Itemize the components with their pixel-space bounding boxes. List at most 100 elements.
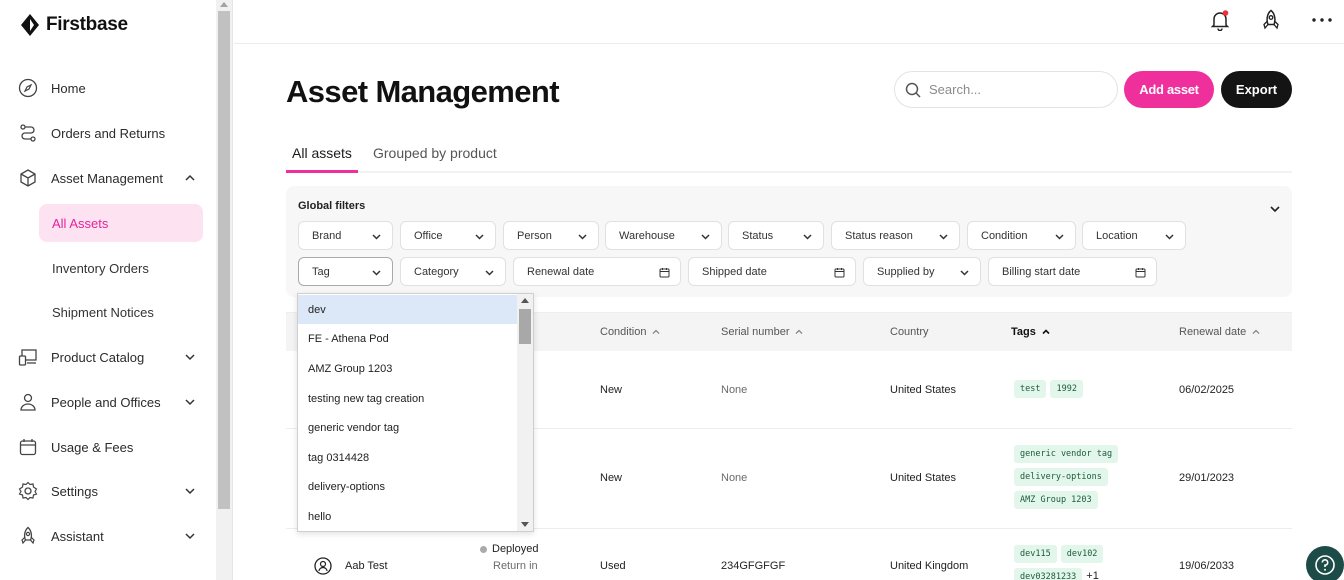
sidebar-item-label: Asset Management xyxy=(51,170,164,186)
filter-supplied-by[interactable]: Supplied by xyxy=(863,257,981,286)
column-label: Tags xyxy=(1011,326,1036,338)
column-renewal-date[interactable]: Renewal date xyxy=(1179,326,1261,338)
tag-chip: 1992 xyxy=(1050,380,1083,398)
filter-label: Tag xyxy=(312,265,330,278)
sidebar-scrollbar[interactable] xyxy=(216,0,233,580)
person-cell[interactable]: Aab Test xyxy=(345,560,388,572)
serial-cell: None xyxy=(721,384,748,396)
scrollbar-thumb[interactable] xyxy=(519,309,531,344)
global-filters-panel: Global filters Brand Office Person Wareh… xyxy=(286,186,1292,297)
search-icon xyxy=(905,82,921,98)
scroll-up-arrow-icon[interactable] xyxy=(521,298,529,303)
sidebar-item-label: Usage & Fees xyxy=(51,439,134,455)
calendar-icon xyxy=(1135,268,1146,278)
sidebar-subitem-all-assets[interactable]: All Assets xyxy=(39,204,203,242)
help-button[interactable] xyxy=(1306,546,1344,580)
sidebar-item-asset-management[interactable]: Asset Management xyxy=(18,160,203,196)
page-title: Asset Management xyxy=(286,74,560,109)
sidebar-item-label: Product Catalog xyxy=(51,349,145,365)
filter-shipped-date[interactable]: Shipped date xyxy=(688,257,856,286)
dropdown-option[interactable]: FE - Athena Pod xyxy=(298,324,518,353)
chevron-down-icon[interactable] xyxy=(1268,202,1282,216)
filter-label: Warehouse xyxy=(619,229,675,242)
table-row[interactable]: Aab Test Deployed Return in Used 234GFGF… xyxy=(286,529,1292,580)
sidebar-subitem-label: Inventory Orders xyxy=(52,260,149,276)
add-asset-button[interactable]: Add asset xyxy=(1124,71,1214,108)
filter-condition[interactable]: Condition xyxy=(967,221,1076,250)
chevron-up-icon[interactable] xyxy=(183,171,197,185)
column-serial-number[interactable]: Serial number xyxy=(721,326,804,338)
country-cell: United States xyxy=(890,472,957,484)
sidebar-item-label: Home xyxy=(51,80,86,96)
search-input[interactable] xyxy=(929,82,1099,97)
chevron-down-icon[interactable] xyxy=(183,350,197,364)
filter-renewal-date[interactable]: Renewal date xyxy=(513,257,681,286)
filter-person[interactable]: Person xyxy=(503,221,599,250)
tags-more-count[interactable]: +1 xyxy=(1086,570,1099,580)
sidebar-item-home[interactable]: Home xyxy=(18,70,203,106)
dropdown-option[interactable]: testing new tag creation xyxy=(298,384,518,413)
filter-office[interactable]: Office xyxy=(400,221,496,250)
firstbase-logo[interactable]: Firstbase xyxy=(20,13,128,37)
sidebar-item-product-catalog[interactable]: Product Catalog xyxy=(18,339,203,375)
chevron-down-icon xyxy=(939,234,948,240)
sort-up-icon xyxy=(1042,329,1050,335)
more-options-icon[interactable] xyxy=(1310,8,1334,32)
chevron-down-icon xyxy=(578,234,587,240)
export-button[interactable]: Export xyxy=(1221,71,1292,108)
chevron-down-icon[interactable] xyxy=(183,395,197,409)
dropdown-option[interactable]: AMZ Group 1203 xyxy=(298,354,518,383)
sidebar-item-label: Orders and Returns xyxy=(51,125,166,141)
top-bar xyxy=(234,0,1344,44)
filter-warehouse[interactable]: Warehouse xyxy=(605,221,722,250)
sidebar-subitem-inventory-orders[interactable]: Inventory Orders xyxy=(39,249,203,287)
sort-up-icon xyxy=(653,329,660,334)
tag-chip: dev102 xyxy=(1060,545,1104,563)
sidebar-item-label: People and Offices xyxy=(51,394,161,410)
serial-cell: 234GFGFGF xyxy=(721,560,786,572)
filter-status-reason[interactable]: Status reason xyxy=(831,221,960,250)
tag-chip: generic vendor tag xyxy=(1014,445,1119,463)
calendar-icon xyxy=(18,437,38,457)
chevron-down-icon[interactable] xyxy=(183,484,197,498)
filter-tag[interactable]: Tag xyxy=(298,257,393,286)
tab-all-assets[interactable]: All assets xyxy=(286,145,358,173)
column-tags[interactable]: Tags xyxy=(1011,326,1051,338)
dropdown-option[interactable]: dev xyxy=(298,295,518,324)
tag-dropdown-list[interactable]: dev FE - Athena Pod AMZ Group 1203 testi… xyxy=(297,293,534,532)
chevron-down-icon xyxy=(1055,234,1064,240)
filter-brand[interactable]: Brand xyxy=(298,221,393,250)
column-country[interactable]: Country xyxy=(890,326,929,338)
sidebar-item-settings[interactable]: Settings xyxy=(18,473,203,509)
sidebar-item-people-offices[interactable]: People and Offices xyxy=(18,384,203,420)
sidebar-item-usage-fees[interactable]: Usage & Fees xyxy=(18,429,203,465)
sidebar-subitem-shipment-notices[interactable]: Shipment Notices xyxy=(39,293,203,331)
filter-label: Renewal date xyxy=(527,265,595,278)
chevron-down-icon xyxy=(960,270,969,276)
sidebar-item-label: Settings xyxy=(51,483,98,499)
dropdown-option[interactable]: delivery-options xyxy=(298,472,518,501)
dropdown-option[interactable]: generic vendor tag xyxy=(298,413,518,442)
bell-icon[interactable] xyxy=(1208,8,1232,32)
filter-location[interactable]: Location xyxy=(1082,221,1186,250)
sidebar-item-orders[interactable]: Orders and Returns xyxy=(18,115,203,151)
status-label: Deployed xyxy=(492,543,539,555)
scroll-down-arrow-icon[interactable] xyxy=(521,522,529,527)
filter-status[interactable]: Status xyxy=(728,221,824,250)
chevron-down-icon xyxy=(475,234,484,240)
scrollbar-thumb[interactable] xyxy=(218,11,230,509)
filter-category[interactable]: Category xyxy=(400,257,506,286)
sidebar-item-assistant[interactable]: Assistant xyxy=(18,518,203,554)
dropdown-scrollbar[interactable] xyxy=(517,294,533,531)
rocket-icon[interactable] xyxy=(1259,8,1283,32)
chevron-down-icon[interactable] xyxy=(183,529,197,543)
scroll-up-arrow-icon[interactable] xyxy=(220,2,228,7)
search-box[interactable] xyxy=(894,71,1118,108)
sidebar-subitem-label: All Assets xyxy=(52,215,109,231)
dropdown-option[interactable]: hello xyxy=(298,502,518,531)
filter-label: Supplied by xyxy=(877,265,935,278)
column-condition[interactable]: Condition xyxy=(600,326,661,338)
dropdown-option[interactable]: tag 0314428 xyxy=(298,443,518,472)
tab-grouped-by-product[interactable]: Grouped by product xyxy=(373,145,497,173)
filter-billing-start-date[interactable]: Billing start date xyxy=(988,257,1157,286)
